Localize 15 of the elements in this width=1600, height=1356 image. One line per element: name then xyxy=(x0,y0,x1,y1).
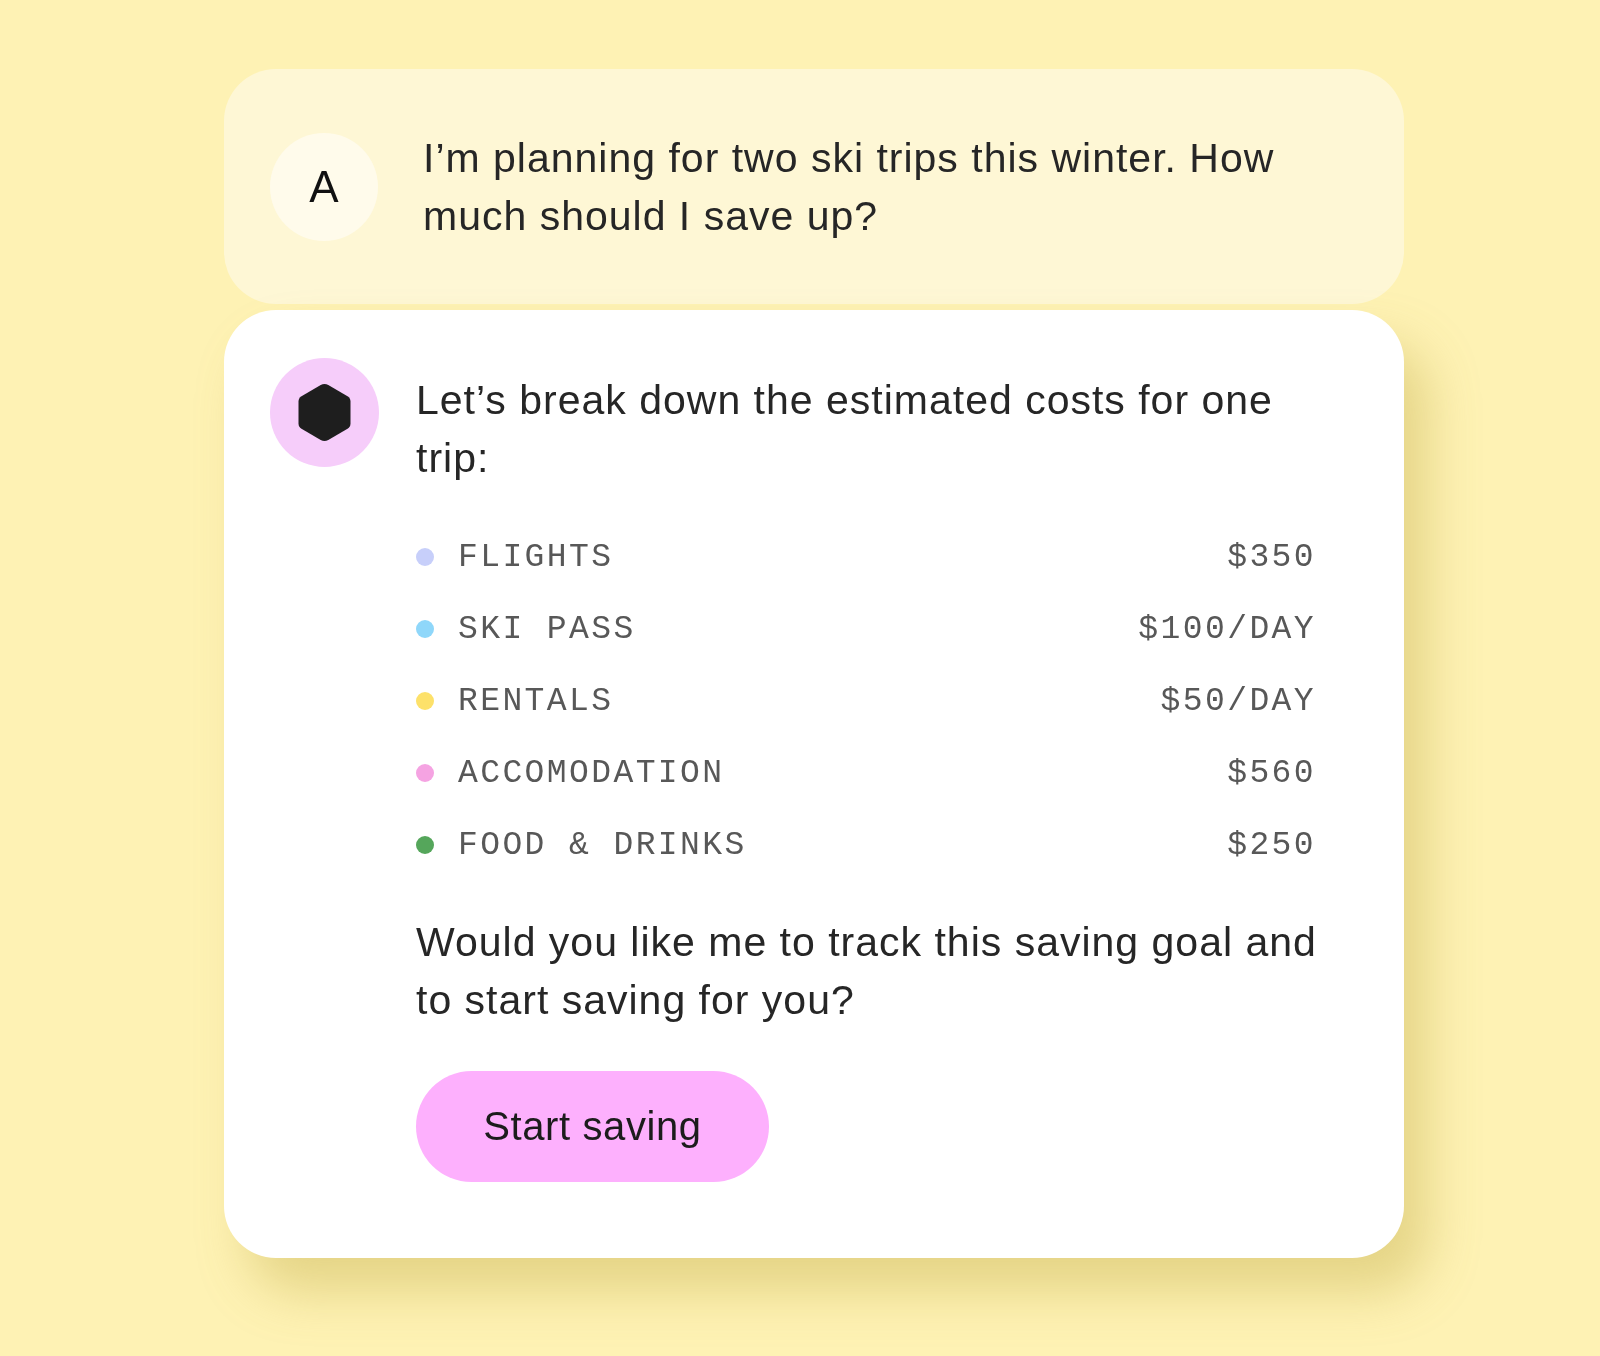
cost-amount: $560 xyxy=(1227,754,1316,792)
cost-label: SKI PASS xyxy=(458,610,636,648)
cost-label: ACCOMODATION xyxy=(458,754,725,792)
cost-label: RENTALS xyxy=(458,682,614,720)
user-avatar: A xyxy=(270,132,378,241)
message-text: I’m planning for two ski trips this winter. How much should I save up? xyxy=(423,133,1276,241)
message-text: Let’s break down the estimated costs for one trip: xyxy=(416,376,1274,483)
cost-amount: $100/DAY xyxy=(1138,610,1316,648)
cost-amount: $50/DAY xyxy=(1160,682,1316,720)
cost-label: FOOD & DRINKS xyxy=(458,826,747,864)
cost-label: FLIGHTS xyxy=(458,538,614,576)
cost-amount: $250 xyxy=(1227,826,1316,864)
cost-amount: $350 xyxy=(1227,538,1316,576)
start-saving-button[interactable]: Start saving xyxy=(416,1071,769,1182)
message-text: Would you like me to track this saving goal and to start saving for you? xyxy=(416,918,1318,1025)
